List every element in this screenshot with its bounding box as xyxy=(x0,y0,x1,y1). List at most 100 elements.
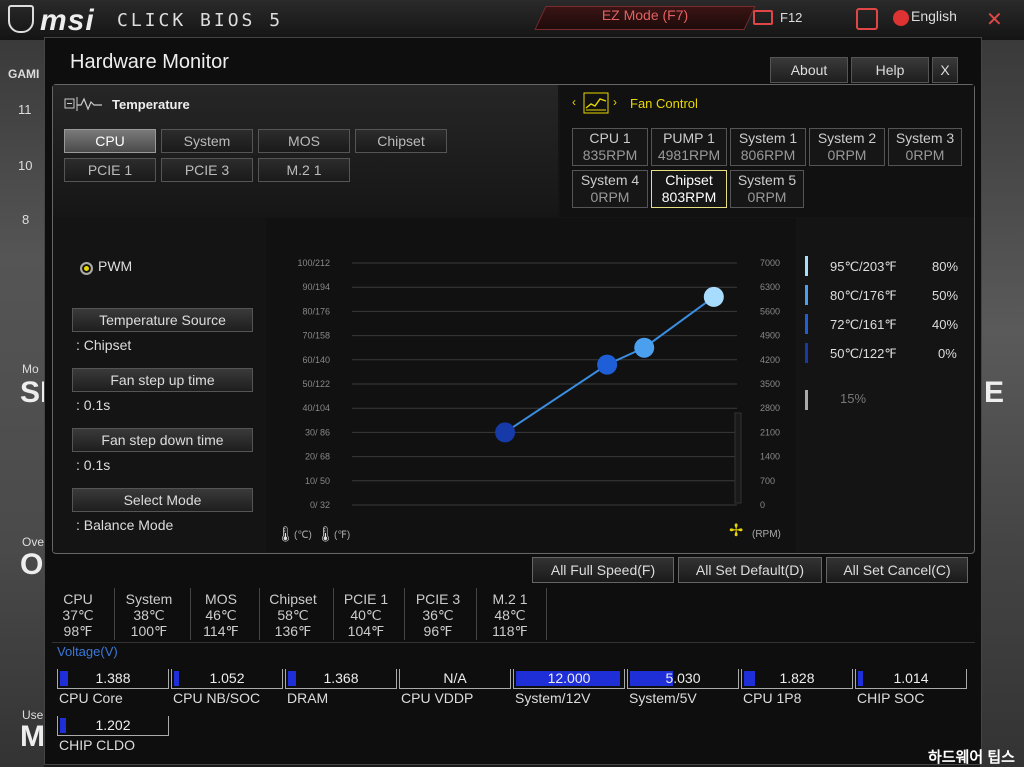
temperature-source-button[interactable]: Temperature Source xyxy=(72,308,253,332)
fan-system3[interactable]: System 3 0RPM xyxy=(888,128,962,166)
temp-name: M.2 1 xyxy=(492,591,528,607)
fan-name: System 2 xyxy=(817,130,877,146)
all-set-default-button[interactable]: All Set Default(D) xyxy=(678,557,822,583)
search-icon[interactable] xyxy=(856,8,878,30)
close-icon[interactable]: ✕ xyxy=(986,7,1003,32)
pwm-radio[interactable] xyxy=(80,262,93,275)
temp-source-system[interactable]: System xyxy=(161,129,253,153)
voltage-value: 1.828 xyxy=(779,670,815,686)
temp-f: 96℉ xyxy=(423,623,453,639)
voltage-bar: 1.202 xyxy=(57,716,169,736)
language-button[interactable]: English xyxy=(911,8,957,24)
fan-curve-point[interactable] xyxy=(634,337,655,358)
temperature-source-value: : Chipset xyxy=(76,337,132,353)
fan-rpm: 806RPM xyxy=(740,147,796,163)
legend-swatch xyxy=(805,256,808,276)
globe-icon[interactable] xyxy=(893,10,909,26)
fan-step-up-value: : 0.1s xyxy=(76,397,111,413)
fan-chipset[interactable]: Chipset 803RPM xyxy=(651,170,727,208)
legend-swatch xyxy=(805,390,808,410)
temp-c: 37℃ xyxy=(62,607,94,623)
help-button[interactable]: Help xyxy=(851,57,929,83)
about-button[interactable]: About xyxy=(770,57,848,83)
fan-step-down-button[interactable]: Fan step down time xyxy=(72,428,253,452)
fan-rpm: 0RPM xyxy=(827,147,867,163)
fan-curve-point[interactable] xyxy=(703,286,724,307)
temp-readout-pcie1: PCIE 1 40℃ 104℉ xyxy=(338,591,394,639)
fan-curve-chart[interactable]: 100/212 700090/194 630080/176 560070/158 490… xyxy=(266,218,796,552)
y-right-tick: 4200 xyxy=(760,355,780,365)
rpm-meter xyxy=(734,412,742,504)
fan-name: System 4 xyxy=(580,172,640,188)
y-left-tick: 80/176 xyxy=(302,306,330,316)
temp-readout-chipset: Chipset 58℃ 136℉ xyxy=(264,591,322,639)
ez-mode-button[interactable]: EZ Mode (F7) xyxy=(540,7,750,23)
voltage-name: System/12V xyxy=(515,690,591,706)
y-left-tick: 60/140 xyxy=(302,355,330,365)
voltage-value: 1.202 xyxy=(95,717,131,733)
min-duty-label: 15% xyxy=(840,391,867,406)
voltage-name: CPU 1P8 xyxy=(743,690,802,706)
temp-source-m2[interactable]: M.2 1 xyxy=(258,158,350,182)
fan-rpm: 0RPM xyxy=(590,189,630,205)
select-mode-value: : Balance Mode xyxy=(76,517,174,533)
temp-f: 136℉ xyxy=(274,623,312,639)
temp-f: 98℉ xyxy=(63,623,93,639)
fan-cpu1[interactable]: CPU 1 835RPM xyxy=(572,128,648,166)
all-set-cancel-button[interactable]: All Set Cancel(C) xyxy=(826,557,968,583)
product-name: CLICK BIOS 5 xyxy=(117,10,284,31)
bg-label: E xyxy=(984,376,1005,409)
fan-pump1[interactable]: PUMP 1 4981RPM xyxy=(651,128,727,166)
screenshot-icon[interactable] xyxy=(753,10,773,25)
legend-point-pct: 40% xyxy=(932,317,959,332)
y-left-tick: 90/194 xyxy=(302,282,330,292)
voltage-title: Voltage(V) xyxy=(57,644,118,659)
legend-point-pct: 50% xyxy=(932,288,959,303)
temp-readout-m2: M.2 1 48℃ 118℉ xyxy=(482,591,538,639)
voltage-name: CPU Core xyxy=(59,690,123,706)
fan-rpm: 0RPM xyxy=(747,189,787,205)
f12-label[interactable]: F12 xyxy=(780,10,802,25)
temp-source-mos[interactable]: MOS xyxy=(258,129,350,153)
window-close-button[interactable]: X xyxy=(932,57,958,83)
y-right-tick: 6300 xyxy=(760,282,780,292)
voltage-value: 5.030 xyxy=(665,670,701,686)
fan-system4[interactable]: System 4 0RPM xyxy=(572,170,648,208)
fan-system5[interactable]: System 5 0RPM xyxy=(730,170,804,208)
bg-label: Ove xyxy=(22,535,45,549)
watermark: 하드웨어 팁스 xyxy=(928,749,1015,766)
voltage-bar: 1.828 xyxy=(741,669,853,689)
temp-source-chipset[interactable]: Chipset xyxy=(355,129,447,153)
all-full-speed-button[interactable]: All Full Speed(F) xyxy=(532,557,674,583)
temp-f: 104℉ xyxy=(347,623,385,639)
temp-readout-pcie3: PCIE 3 36℃ 96℉ xyxy=(410,591,466,639)
pwm-label[interactable]: PWM xyxy=(98,258,132,274)
temp-c: 40℃ xyxy=(350,607,382,623)
voltage-bar: 5.030 xyxy=(627,669,739,689)
y-right-tick: 7000 xyxy=(760,258,780,268)
fan-curve-point[interactable] xyxy=(495,422,516,443)
unit-celsius: (℃) xyxy=(294,530,312,541)
unit-rpm: (RPM) xyxy=(752,529,781,540)
bg-label: O xyxy=(20,548,44,581)
fan-system2[interactable]: System 2 0RPM xyxy=(809,128,885,166)
temp-source-cpu[interactable]: CPU xyxy=(64,129,156,153)
divider xyxy=(333,588,334,640)
temp-source-pcie1[interactable]: PCIE 1 xyxy=(64,158,156,182)
legend-point-pct: 80% xyxy=(932,259,959,274)
voltage-bar: 1.014 xyxy=(855,669,967,689)
y-right-tick: 3500 xyxy=(760,379,780,389)
fan-prev-icon[interactable]: ‹ xyxy=(572,95,576,109)
fan-step-up-button[interactable]: Fan step up time xyxy=(72,368,253,392)
fan-system1[interactable]: System 1 806RPM xyxy=(730,128,806,166)
fan-next-icon[interactable]: › xyxy=(613,95,617,109)
legend-point-label: 80℃/176℉ xyxy=(830,288,897,303)
voltage-divider xyxy=(52,642,975,643)
legend-swatch xyxy=(805,343,808,363)
divider xyxy=(114,588,115,640)
select-mode-button[interactable]: Select Mode xyxy=(72,488,253,512)
temp-f: 114℉ xyxy=(203,623,239,639)
fan-curve-point[interactable] xyxy=(597,354,618,375)
temp-source-pcie3[interactable]: PCIE 3 xyxy=(161,158,253,182)
bg-num: 11 xyxy=(18,102,32,117)
